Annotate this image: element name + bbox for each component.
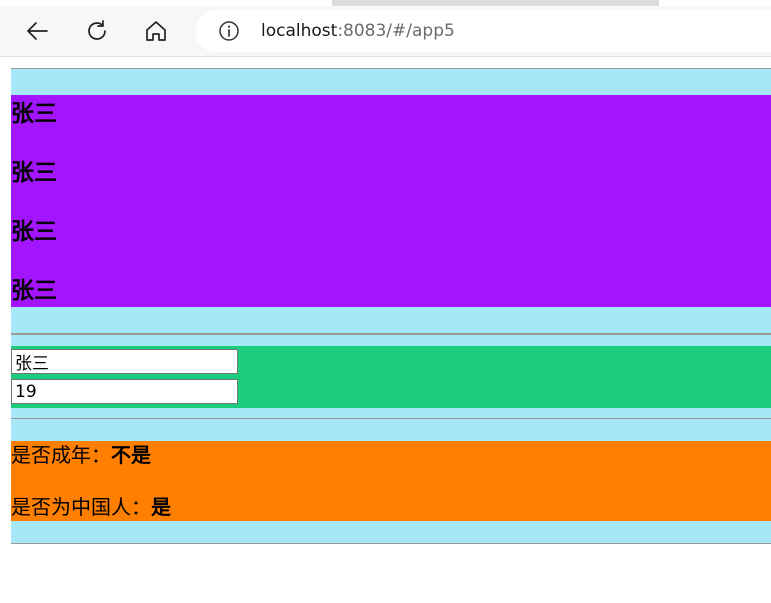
- info-section: 是否成年：不是 是否为中国人：是: [11, 418, 771, 544]
- form-panel: [11, 346, 771, 408]
- name-heading-4: 张三: [11, 278, 57, 304]
- chinese-value: 是: [151, 495, 171, 519]
- age-input[interactable]: [11, 379, 238, 404]
- name-heading-2: 张三: [11, 160, 57, 186]
- app-content: 张三 张三 张三 张三 是否成年：不是 是否为中国人：是: [11, 68, 771, 544]
- browser-toolbar: localhost:8083/#/app5: [0, 6, 771, 57]
- adult-label: 是否成年：: [11, 443, 111, 467]
- form-section: [11, 334, 771, 408]
- back-button[interactable]: [22, 15, 54, 47]
- home-button[interactable]: [140, 15, 172, 47]
- adult-value: 不是: [111, 443, 151, 467]
- name-input[interactable]: [11, 349, 238, 374]
- names-panel: 张三 张三 张三 张三: [11, 95, 771, 307]
- info-icon[interactable]: [218, 20, 240, 42]
- name-heading-3: 张三: [11, 219, 57, 245]
- url-path: :8083/#/app5: [337, 21, 455, 41]
- info-panel: 是否成年：不是 是否为中国人：是: [11, 441, 771, 521]
- address-text[interactable]: localhost:8083/#/app5: [261, 21, 455, 41]
- names-section: 张三 张三 张三 张三: [11, 68, 771, 334]
- back-arrow-icon: [27, 22, 48, 40]
- section-spacer: [11, 408, 771, 418]
- adult-status-row: 是否成年：不是: [11, 442, 151, 468]
- chinese-label: 是否为中国人：: [11, 495, 151, 519]
- reload-button[interactable]: [81, 15, 113, 47]
- home-icon: [146, 21, 166, 41]
- chinese-status-row: 是否为中国人：是: [11, 494, 171, 520]
- address-bar[interactable]: localhost:8083/#/app5: [195, 10, 771, 52]
- url-host: localhost: [261, 21, 338, 41]
- name-heading-1: 张三: [11, 101, 57, 127]
- reload-icon: [88, 20, 106, 40]
